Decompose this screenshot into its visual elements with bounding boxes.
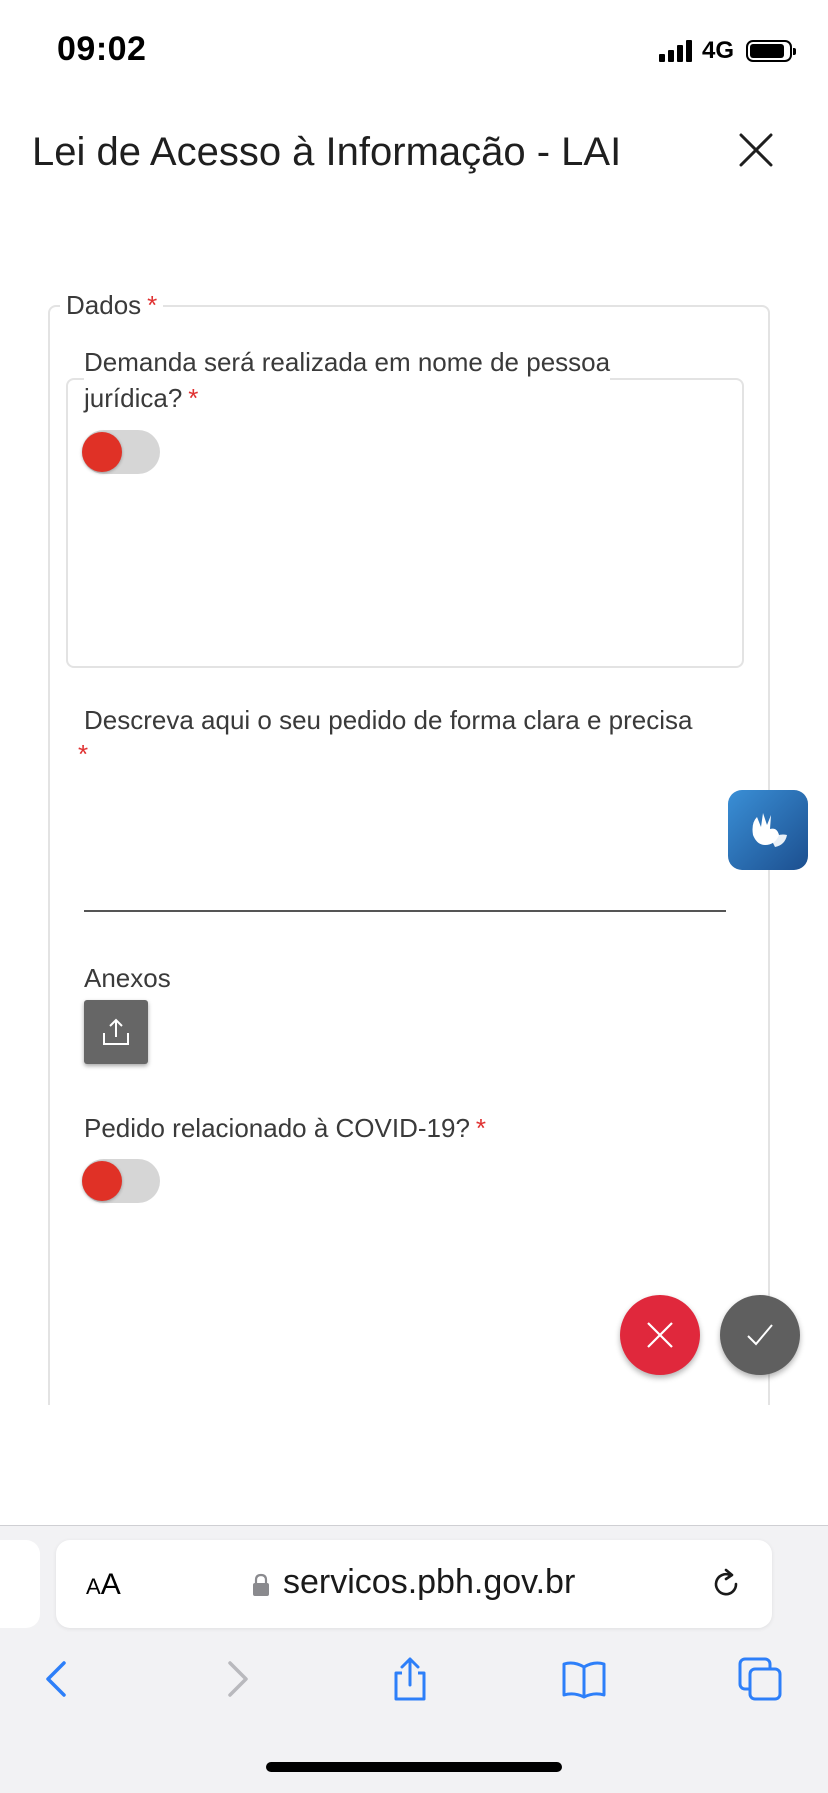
back-icon[interactable] [34, 1655, 82, 1703]
sign-language-icon [752, 813, 787, 847]
battery-icon [746, 40, 796, 62]
upload-icon [103, 1018, 129, 1045]
required-mark: * [147, 290, 158, 320]
covid-question: Pedido relacionado à COVID-19? * [84, 1110, 487, 1146]
legal-entity-question-line2: jurídica? * [84, 380, 199, 416]
status-time: 09:02 [57, 30, 147, 68]
confirm-button[interactable] [720, 1295, 800, 1375]
toggle-knob [82, 1161, 122, 1201]
required-mark: * [78, 739, 89, 769]
close-icon [647, 1322, 673, 1348]
required-mark: * [188, 383, 199, 413]
section-legend: Dados * [60, 290, 164, 321]
cancel-button[interactable] [620, 1295, 700, 1375]
status-indicators: 4G [658, 36, 796, 66]
legal-entity-toggle[interactable] [82, 430, 160, 474]
lock-icon [253, 1573, 269, 1596]
description-label: Descreva aqui o seu pedido de forma clar… [84, 702, 693, 738]
legal-entity-question-text: jurídica? [84, 383, 183, 413]
home-indicator [266, 1762, 562, 1772]
legal-entity-question-line1: Demanda será realizada em nome de pessoa [84, 344, 611, 380]
forward-icon[interactable] [212, 1655, 260, 1703]
share-icon[interactable] [386, 1655, 434, 1703]
network-type: 4G [701, 37, 734, 64]
tabs-icon[interactable] [736, 1655, 784, 1703]
text-size-big: A [100, 1568, 121, 1601]
reload-icon[interactable] [708, 1566, 744, 1602]
section-legend-text: Dados [66, 290, 142, 320]
url-text: servicos.pbh.gov.br [283, 1563, 576, 1601]
text-size-small: A [86, 1574, 101, 1599]
covid-toggle[interactable] [82, 1159, 160, 1203]
description-required: * [78, 736, 89, 772]
toggle-knob [82, 432, 122, 472]
text-size-button[interactable]: AA [86, 1568, 121, 1602]
description-underline [84, 910, 726, 912]
sign-language-button[interactable] [728, 790, 808, 870]
page-title: Lei de Acesso à Informação - LAI [32, 130, 622, 174]
description-input[interactable] [84, 780, 726, 908]
legal-entity-group [66, 378, 744, 668]
close-icon[interactable] [738, 132, 774, 168]
upload-button[interactable] [84, 1000, 148, 1064]
signal-icon [658, 40, 692, 62]
attachments-label: Anexos [84, 960, 171, 996]
required-mark: * [475, 1113, 487, 1143]
previous-tab-preview[interactable] [0, 1540, 40, 1628]
check-icon [747, 1324, 773, 1346]
bookmarks-icon[interactable] [560, 1655, 608, 1703]
covid-question-text: Pedido relacionado à COVID-19? [84, 1113, 470, 1143]
